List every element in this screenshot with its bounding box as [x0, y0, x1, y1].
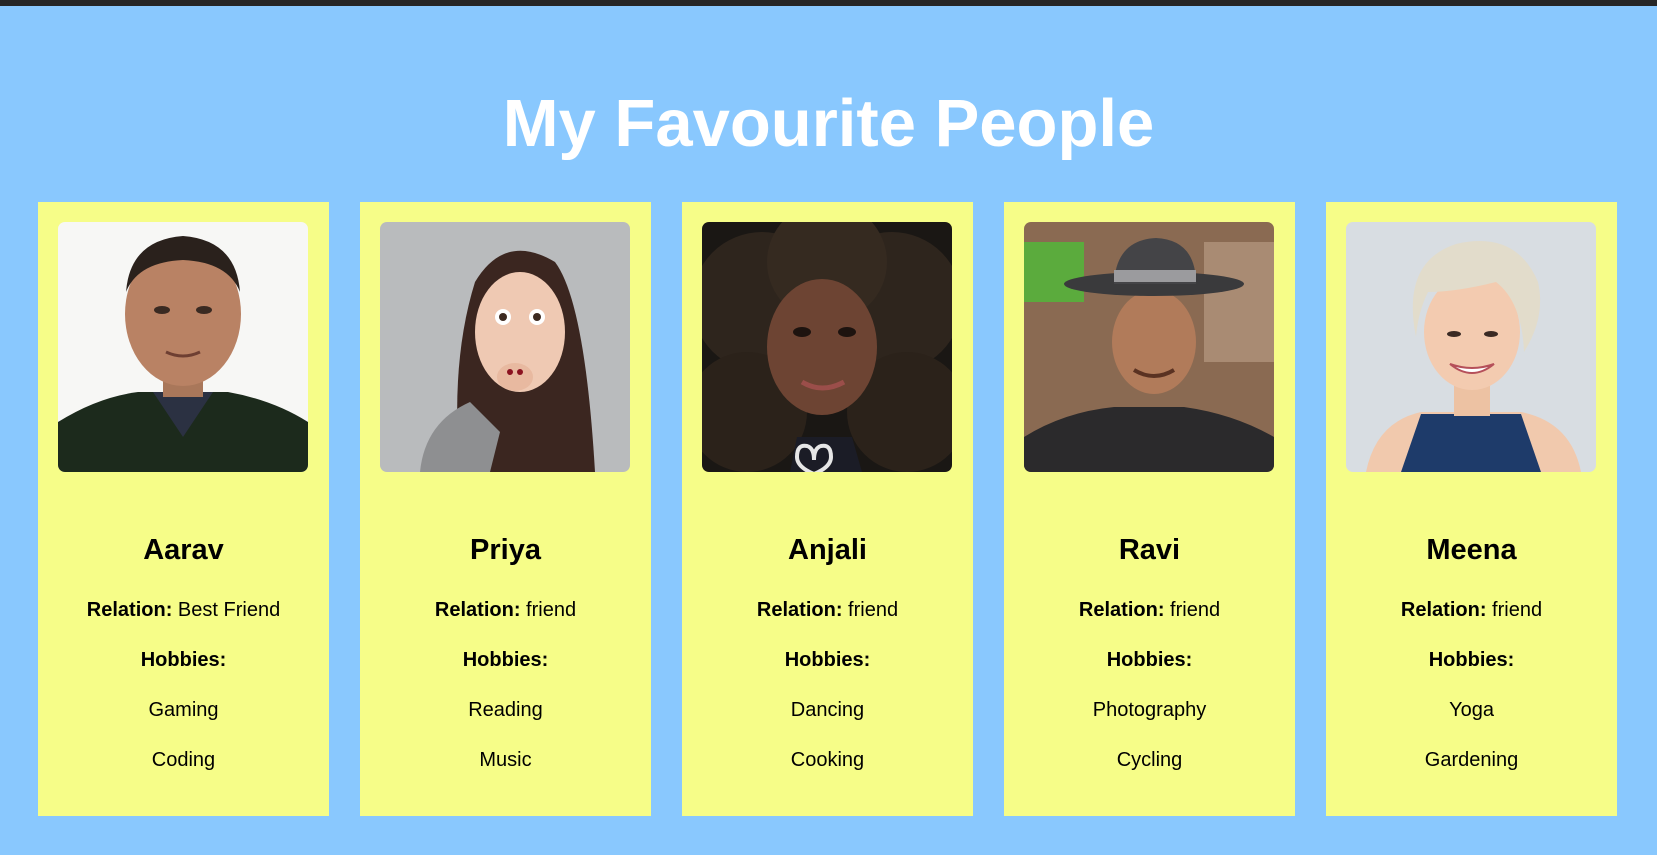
hobby-item: Cycling: [1116, 749, 1183, 771]
person-photo: [702, 222, 952, 472]
window-top-bar: [0, 0, 1657, 6]
hobby-item: Coding: [151, 749, 216, 771]
person-relation: Relation: friend: [360, 598, 651, 622]
relation-label: Relation:: [1078, 599, 1165, 621]
hobby-item: Gardening: [1424, 749, 1519, 771]
person-relation: Relation: friend: [1326, 598, 1617, 622]
person-name: Anjali: [788, 534, 867, 566]
relation-value: friend: [848, 599, 899, 621]
relation-label: Relation:: [86, 599, 173, 621]
person-card-ravi: Ravi Relation: friend Hobbies: Photograp…: [1004, 202, 1295, 816]
person-name: Meena: [1426, 534, 1517, 566]
person-name: Aarav: [143, 534, 224, 566]
hobbies-label: Hobbies:: [462, 649, 549, 671]
relation-value: friend: [526, 599, 577, 621]
hobby-item: Reading: [468, 699, 543, 721]
hobby-item: Dancing: [790, 699, 865, 721]
person-card-aarav: Aarav Relation: Best Friend Hobbies: Gam…: [38, 202, 329, 816]
relation-label: Relation:: [434, 599, 521, 621]
hobby-item: Cooking: [790, 749, 865, 771]
person-card-anjali: Anjali Relation: friend Hobbies: Dancing…: [682, 202, 973, 816]
relation-value: friend: [1170, 599, 1221, 621]
person-name: Priya: [470, 534, 541, 566]
hobbies-label: Hobbies:: [1106, 649, 1193, 671]
page-title: My Favourite People: [502, 86, 1155, 161]
hobby-item: Photography: [1092, 699, 1207, 721]
person-photo: [58, 222, 308, 472]
person-relation: Relation: friend: [1004, 598, 1295, 622]
person-card-meena: Meena Relation: friend Hobbies: Yoga Gar…: [1326, 202, 1617, 816]
hobbies-label: Hobbies:: [784, 649, 871, 671]
person-relation: Relation: friend: [682, 598, 973, 622]
person-name: Ravi: [1118, 534, 1181, 566]
hobby-item: Yoga: [1449, 699, 1494, 721]
hobby-item: Music: [479, 749, 532, 771]
person-card-priya: Priya Relation: friend Hobbies: Reading …: [360, 202, 651, 816]
relation-value: friend: [1492, 599, 1543, 621]
person-photo: [1024, 222, 1274, 472]
relation-value: Best Friend: [177, 599, 281, 621]
hobby-item: Gaming: [148, 699, 219, 721]
hobbies-label: Hobbies:: [1428, 649, 1515, 671]
person-photo: [380, 222, 630, 472]
relation-label: Relation:: [756, 599, 843, 621]
person-relation: Relation: Best Friend: [38, 598, 329, 622]
relation-label: Relation:: [1400, 599, 1487, 621]
person-photo: [1346, 222, 1596, 472]
hobbies-label: Hobbies:: [140, 649, 227, 671]
